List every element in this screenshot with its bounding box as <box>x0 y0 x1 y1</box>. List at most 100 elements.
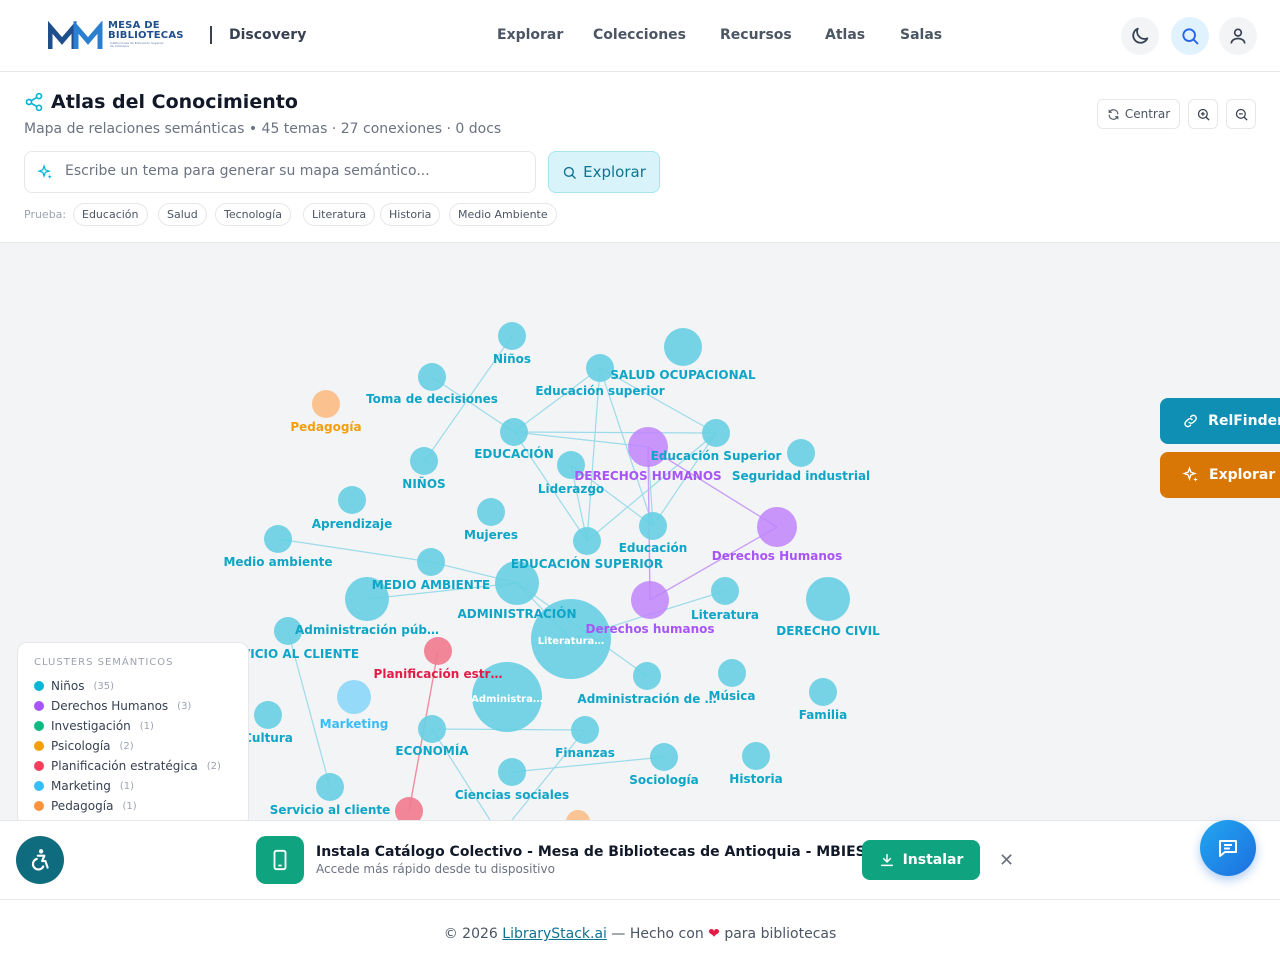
node-salud-ocupacional[interactable] <box>664 328 702 366</box>
legend-count: (1) <box>139 720 154 732</box>
dark-mode-toggle[interactable] <box>1121 17 1159 55</box>
label-administracion-de: Administración de … <box>577 692 716 706</box>
suggestion-chip-salud[interactable]: Salud <box>158 203 207 226</box>
label-toma-decisiones: Toma de decisiones <box>366 392 498 406</box>
node-finanzas[interactable] <box>571 716 599 744</box>
legend-label: Planificación estratégica <box>51 759 198 773</box>
header-divider <box>210 26 212 44</box>
legend-label: Psicología <box>51 739 111 753</box>
suggestion-chip-tecnologia[interactable]: Tecnología <box>215 203 291 226</box>
legend-item-pedagogia[interactable]: Pedagogía (1) <box>34 799 137 813</box>
zoom-in-button[interactable] <box>1188 99 1218 129</box>
topic-search-field[interactable] <box>24 151 536 193</box>
label-derechos-humanos-tc: Derechos Humanos <box>712 549 843 563</box>
legend-count: (2) <box>206 760 221 772</box>
logo-text: MESA DE BIBLIOTECAS <box>108 20 184 41</box>
suggestion-chip-literatura[interactable]: Literatura <box>303 203 376 226</box>
close-banner-button[interactable]: ✕ <box>999 850 1014 871</box>
refresh-icon <box>1108 108 1119 120</box>
node-cultura[interactable] <box>254 701 282 729</box>
legend-count: (35) <box>93 680 115 692</box>
suggestion-chip-educacion[interactable]: Educación <box>73 203 148 226</box>
node-medio-ambiente-caps[interactable] <box>417 548 445 576</box>
node-sociologia[interactable] <box>650 743 678 771</box>
legend-item-marketing[interactable]: Marketing (1) <box>34 779 134 793</box>
logo-subtitle: Instituciones de Educación Superior de A… <box>110 41 164 49</box>
nav-atlas[interactable]: Atlas <box>825 27 865 43</box>
legend-dot <box>34 701 44 711</box>
node-ciencias-sociales[interactable] <box>498 758 526 786</box>
user-account-button[interactable] <box>1219 17 1257 55</box>
legend-label: Derechos Humanos <box>51 699 169 713</box>
label-derechos-humanos-caps: DERECHOS HUMANOS <box>574 469 721 483</box>
label-finanzas: Finanzas <box>555 746 615 760</box>
node-derecho-civil[interactable] <box>806 577 850 621</box>
nav-explorar[interactable]: Explorar <box>497 27 563 43</box>
legend-item-ninos[interactable]: Niños (35) <box>34 679 114 693</box>
relfinder-label: RelFinder <box>1208 413 1280 429</box>
app-name: Discovery <box>229 27 307 43</box>
suggestion-chip-historia[interactable]: Historia <box>380 203 441 226</box>
footer-link[interactable]: LibraryStack.ai <box>502 926 607 942</box>
node-aprendizaje[interactable] <box>338 486 366 514</box>
node-pedagogia[interactable] <box>312 390 340 418</box>
zoom-out-button[interactable] <box>1226 99 1256 129</box>
suggestion-chip-medio-ambiente[interactable]: Medio Ambiente <box>449 203 557 226</box>
node-educacion[interactable] <box>639 512 667 540</box>
legend-label: Investigación <box>51 719 131 733</box>
node-medio-ambiente[interactable] <box>264 525 292 553</box>
node-derechos-humanos-tc[interactable] <box>757 507 797 547</box>
footer-copyright: © 2026 <box>443 926 498 942</box>
label-planificacion: Planificación estr… <box>374 667 503 681</box>
node-planificacion-2[interactable] <box>395 797 423 820</box>
sparkles-icon <box>1182 466 1198 482</box>
node-marketing[interactable] <box>337 680 371 714</box>
chat-button[interactable] <box>1200 820 1256 876</box>
node-toma-decisiones[interactable] <box>418 363 446 391</box>
node-ninos-caps[interactable] <box>410 447 438 475</box>
node-educacion-caps[interactable] <box>500 418 528 446</box>
node-musica[interactable] <box>718 659 746 687</box>
nav-salas[interactable]: Salas <box>900 27 942 43</box>
legend-item-planificacion[interactable]: Planificación estratégica (2) <box>34 759 221 773</box>
legend-item-derechos-humanos[interactable]: Derechos Humanos (3) <box>34 699 191 713</box>
node-educacion-superior-tc[interactable] <box>702 419 730 447</box>
explore-button[interactable]: Explorar <box>548 151 660 193</box>
node-derechos-humanos-lc[interactable] <box>631 581 669 619</box>
node-literatura[interactable] <box>711 577 739 605</box>
search-button[interactable] <box>1171 17 1209 55</box>
mesa-de-bibliotecas-logo[interactable]: MESA DE BIBLIOTECAS Instituciones de Edu… <box>48 19 184 53</box>
legend-title: CLUSTERS SEMÁNTICOS <box>34 657 174 668</box>
footer-middle: — Hecho con <box>611 926 704 942</box>
install-button[interactable]: Instalar <box>862 840 980 880</box>
relfinder-button[interactable]: RelFinder <box>1160 398 1280 444</box>
logo-mark-icon <box>48 21 103 49</box>
node-planificacion[interactable] <box>424 637 452 665</box>
nav-recursos[interactable]: Recursos <box>720 27 792 43</box>
topic-search-input[interactable] <box>65 163 525 179</box>
legend-item-investigacion[interactable]: Investigación (1) <box>34 719 154 733</box>
nav-colecciones[interactable]: Colecciones <box>593 27 686 43</box>
node-mujeres[interactable] <box>477 498 505 526</box>
legend-item-psicologia[interactable]: Psicología (2) <box>34 739 134 753</box>
side-explore-button[interactable]: Explorar <box>1160 452 1280 498</box>
zoom-in-icon <box>1197 108 1210 121</box>
node-seguridad-industrial[interactable] <box>787 439 815 467</box>
node-educacion-superior-caps[interactable] <box>573 527 601 555</box>
page-title: Atlas del Conocimiento <box>51 91 298 113</box>
legend-dot <box>34 721 44 731</box>
node-servicio-cliente[interactable] <box>316 773 344 801</box>
node-administracion-de[interactable] <box>633 662 661 690</box>
legend-dot <box>34 781 44 791</box>
legend-dot <box>34 681 44 691</box>
node-ninos-top[interactable] <box>498 322 526 350</box>
accessibility-button[interactable] <box>16 836 64 884</box>
node-familia[interactable] <box>809 678 837 706</box>
node-historia[interactable] <box>742 742 770 770</box>
node-psicologia-partial[interactable] <box>566 810 590 820</box>
sparkles-icon <box>37 164 52 179</box>
node-economia[interactable] <box>418 715 446 743</box>
label-literatura-inner: Literatura… <box>538 636 605 647</box>
center-button[interactable]: Centrar <box>1097 99 1180 129</box>
label-educacion-superior-caps: EDUCACIÓN SUPERIOR <box>511 556 663 571</box>
